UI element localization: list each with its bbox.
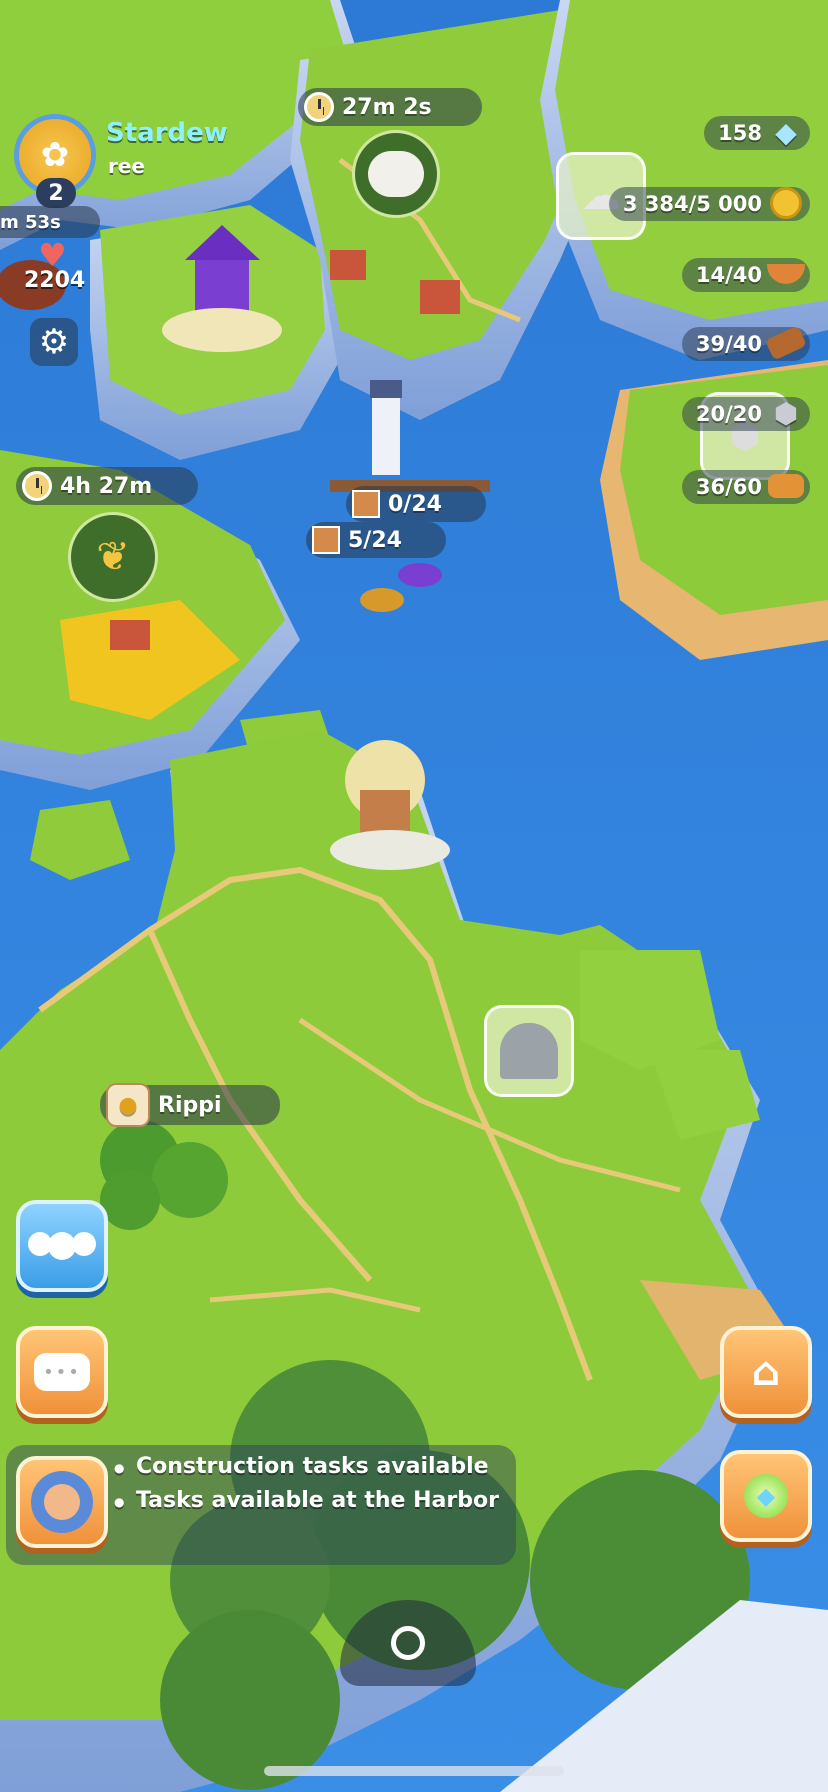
crate-icon xyxy=(352,490,380,518)
chat-icon: ••• xyxy=(34,1353,90,1391)
neighbor-name: Rippi xyxy=(158,1092,222,1118)
player-level-badge: 2 xyxy=(36,178,76,208)
gear-icon: ⚙ xyxy=(38,322,70,362)
gem-icon: ◆ xyxy=(775,115,797,149)
log-icon xyxy=(765,323,807,363)
crate-icon xyxy=(312,526,340,554)
home-indicator[interactable] xyxy=(264,1766,564,1776)
settings-button[interactable]: ⚙ xyxy=(30,318,78,366)
hearts-badge: ♥ 2204 xyxy=(0,236,90,328)
soup-bowl-icon xyxy=(766,254,806,294)
task-construction: Construction tasks available xyxy=(114,1454,489,1479)
player-level: 2 xyxy=(48,180,64,206)
quest-giver-button[interactable] xyxy=(16,1456,108,1548)
player-subtitle: ree xyxy=(108,154,145,178)
coins-count: 3 384/5 000 xyxy=(622,192,762,216)
sheep-emblem-icon: ✿ xyxy=(40,135,70,175)
sailor-portrait-icon xyxy=(31,1471,93,1533)
expand-icon: ⌂ xyxy=(751,1349,781,1395)
wheat-icon: ❦ xyxy=(96,534,130,580)
gems-counter[interactable]: 158 ◆ xyxy=(704,116,810,150)
partial-timer: m 53s xyxy=(0,211,61,233)
bread-icon xyxy=(766,466,806,506)
stone-icon: ⬢ xyxy=(773,396,799,430)
stone-arch-door-icon xyxy=(500,1023,558,1079)
bee-avatar-icon: ● xyxy=(106,1083,150,1127)
wool-production-marker[interactable] xyxy=(352,130,440,218)
gems-count: 158 xyxy=(718,121,762,145)
wool-icon xyxy=(368,151,424,197)
neighbor-label[interactable]: ● Rippi xyxy=(100,1083,280,1127)
stone-count: 20/20 xyxy=(695,402,762,426)
wood-counter[interactable]: 39/40 xyxy=(681,325,810,361)
harbor-cargo-b[interactable]: 5/24 xyxy=(306,522,446,558)
game-map[interactable]: ✿ 2 Stardew ree m 53s ♥ 2204 ⚙ 27m 2s 4h… xyxy=(0,0,828,1792)
expand-view-button[interactable]: ⌂ xyxy=(720,1326,812,1418)
player-name[interactable]: Stardew xyxy=(106,118,228,148)
crystal-button[interactable]: ◆ xyxy=(720,1450,812,1542)
harbor-cargo-b-text: 5/24 xyxy=(348,527,402,553)
friends-icon xyxy=(28,1232,96,1260)
portal-marker[interactable] xyxy=(484,1005,574,1097)
bread-count: 36/60 xyxy=(695,475,762,499)
harbor-cargo-a-text: 0/24 xyxy=(388,491,442,517)
clock-icon xyxy=(22,471,52,501)
friends-button[interactable] xyxy=(16,1200,108,1292)
soup-count: 14/40 xyxy=(695,263,762,287)
soup-counter[interactable]: 14/40 xyxy=(681,258,810,292)
wheat-production-marker[interactable]: ❦ xyxy=(68,512,158,602)
hearts-count: 2204 xyxy=(24,268,86,293)
wood-count: 39/40 xyxy=(695,332,762,356)
harbor-cargo-a[interactable]: 0/24 xyxy=(346,486,486,522)
farm-timer-text: 4h 27m xyxy=(60,473,153,499)
coins-counter[interactable]: 3 384/5 000 xyxy=(608,187,810,221)
top-building-timer-text: 27m 2s xyxy=(342,94,432,120)
task-harbor: Tasks available at the Harbor xyxy=(114,1488,499,1513)
crystal-icon: ◆ xyxy=(744,1474,788,1518)
clock-icon xyxy=(304,92,334,122)
compass-icon xyxy=(391,1626,425,1660)
top-building-timer: 27m 2s xyxy=(298,88,482,126)
chat-button[interactable]: ••• xyxy=(16,1326,108,1418)
partial-timer-pill: m 53s xyxy=(0,206,100,238)
bread-counter[interactable]: 36/60 xyxy=(681,470,810,504)
stone-counter[interactable]: 20/20 ⬢ xyxy=(681,397,810,431)
farm-timer: 4h 27m xyxy=(16,467,198,505)
coin-icon xyxy=(766,183,806,223)
